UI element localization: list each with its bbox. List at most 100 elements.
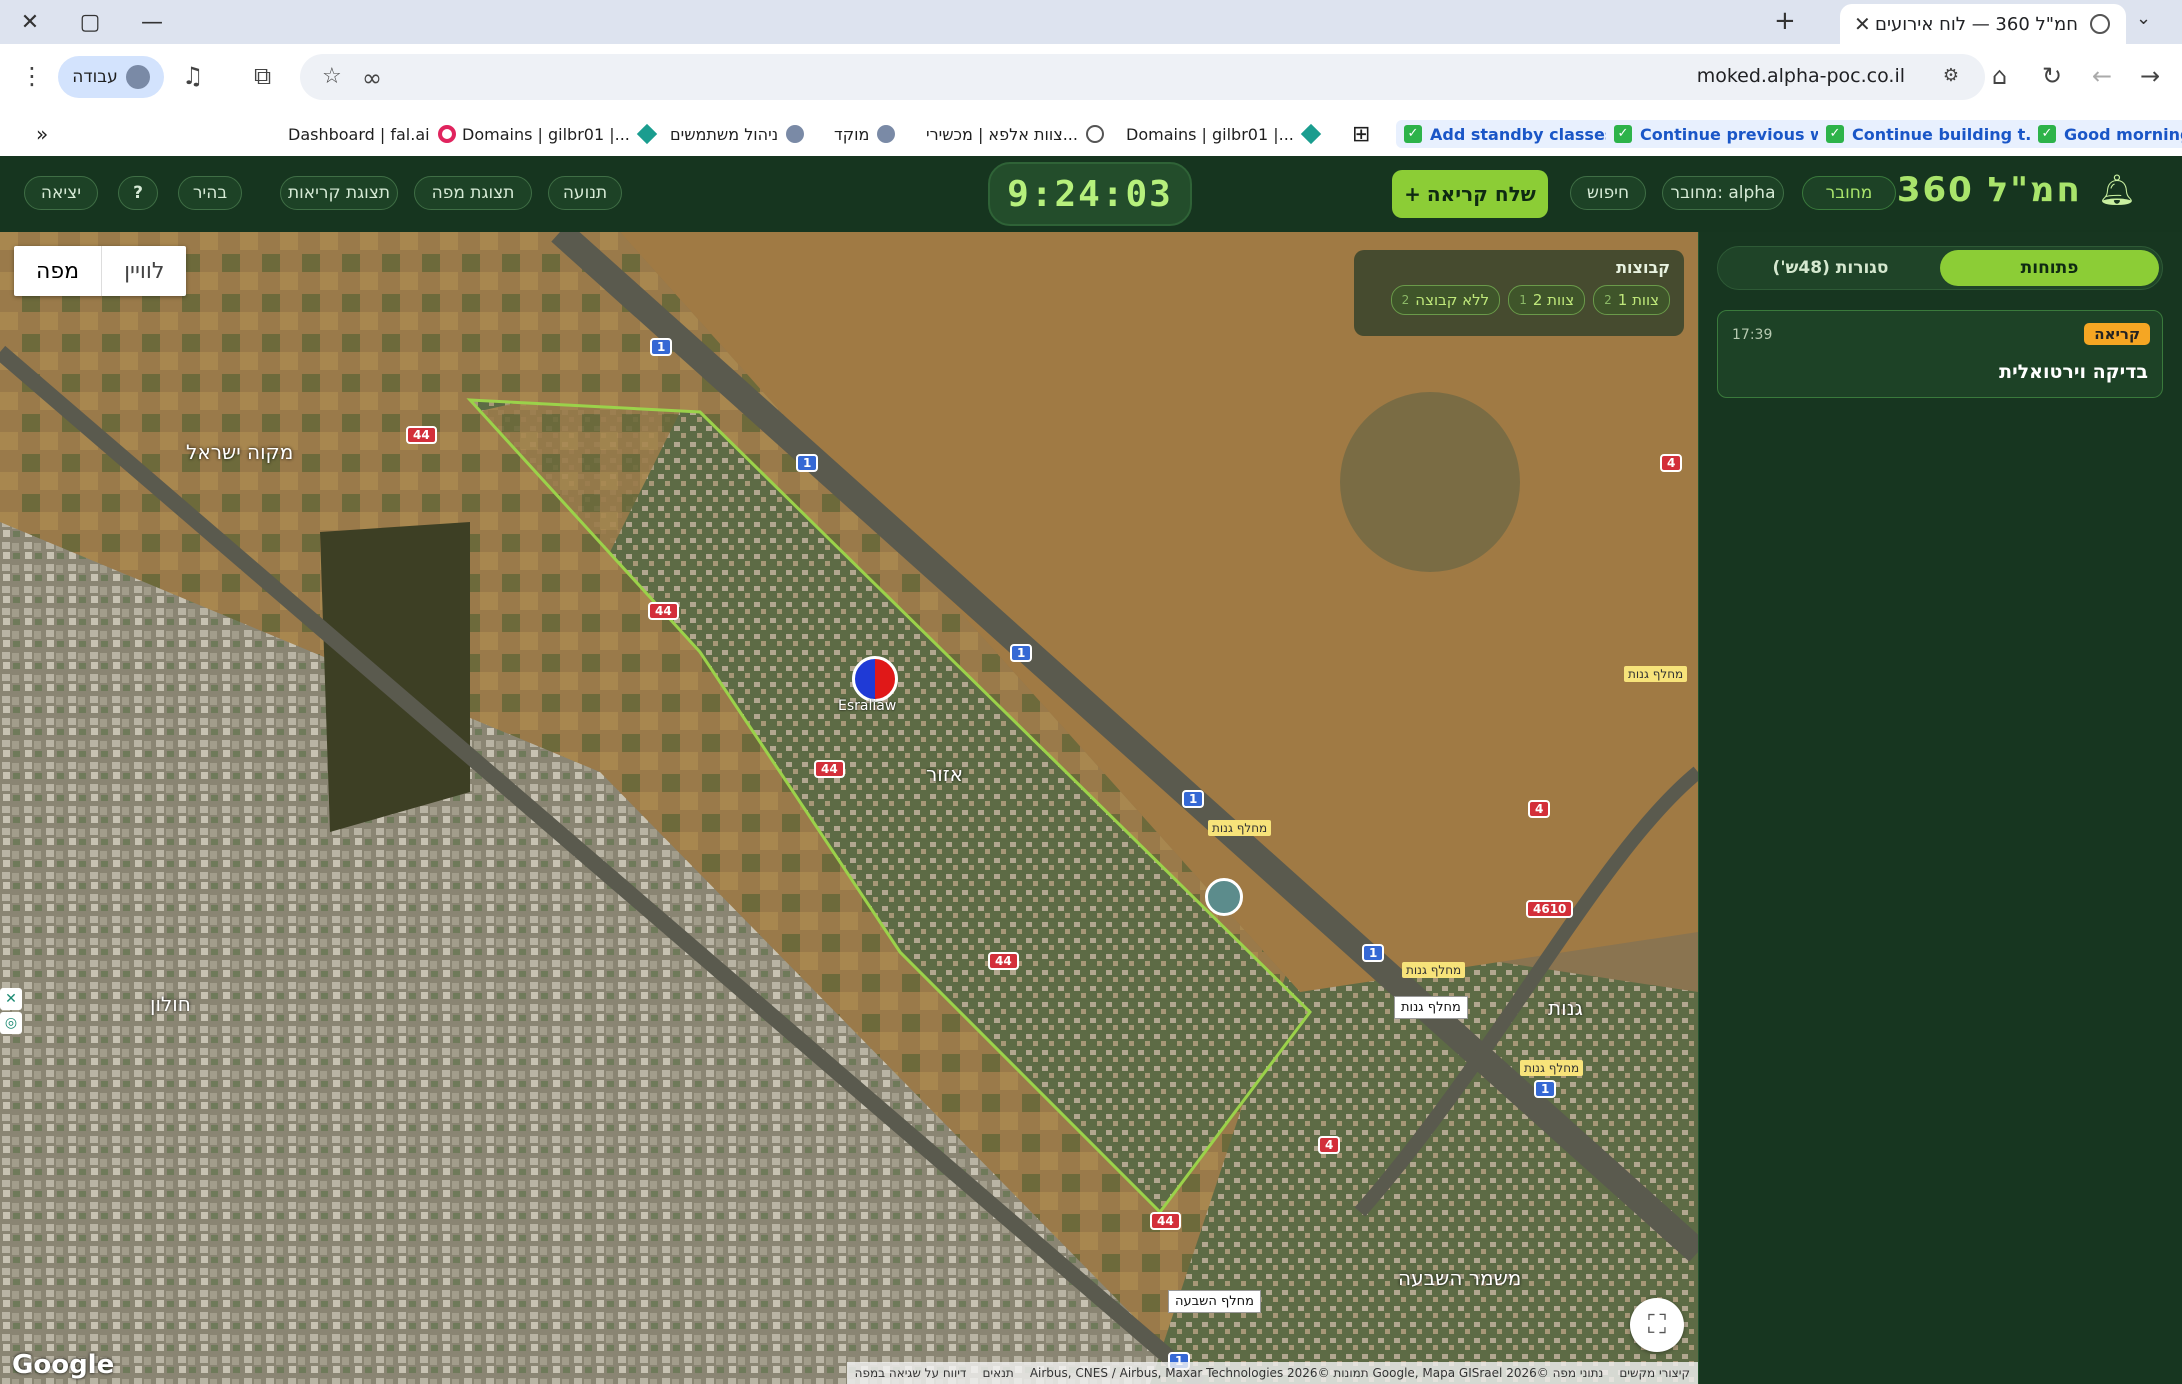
bookmark-item[interactable]: צוות אלפא | מכשירי... xyxy=(926,120,1104,148)
satellite-map[interactable]: מפה לוויין קבוצות צוות 1 2 צוות 2 1 ללא … xyxy=(0,232,1698,1384)
highway-shield: 1 xyxy=(1010,644,1033,662)
tab-open-incidents[interactable]: פתוחות xyxy=(1940,250,2159,286)
google-logo: Google xyxy=(12,1350,115,1380)
live-clock: 9:24:03 xyxy=(988,162,1192,226)
highway-shield: 44 xyxy=(988,952,1019,970)
media-control-icon[interactable]: ♫ xyxy=(182,62,204,90)
minimize-window-icon[interactable]: — xyxy=(128,6,176,38)
back-icon[interactable]: → xyxy=(2140,62,2160,90)
browser-tab-active[interactable]: חמ"ל 360 — לוח אירועים ✕ xyxy=(1840,4,2126,44)
groups-title: קבוצות xyxy=(1616,258,1670,277)
extensions-icon[interactable]: ⧉ xyxy=(254,62,271,90)
incognito-glasses-icon[interactable]: ∞ xyxy=(362,64,382,92)
app-header: 🔔︎ חמ"ל 360 מחובר מחובר: alpha חיפוש שלח… xyxy=(0,156,2182,233)
bookmark-item[interactable]: ✓ Continue building t... xyxy=(1818,120,2052,148)
map-type-satellite-button[interactable]: לוויין xyxy=(102,246,186,296)
bookmark-item[interactable]: ✓ Add standby classes... xyxy=(1396,120,1641,148)
address-bar[interactable]: ☆ ∞ moked.alpha-poc.co.il ⚙ xyxy=(300,54,1985,100)
avatar-icon xyxy=(125,65,150,89)
close-tab-icon[interactable]: ✕ xyxy=(1854,12,1871,36)
exit-button[interactable]: יציאה xyxy=(24,176,98,210)
highway-shield: 4610 xyxy=(1526,900,1574,918)
new-tab-icon[interactable]: + xyxy=(1774,6,1796,36)
unit-marker[interactable] xyxy=(852,656,898,702)
incident-marker[interactable] xyxy=(1205,878,1243,916)
highway-shield: 4 xyxy=(1318,1136,1341,1154)
globe-icon xyxy=(2090,14,2110,34)
recenter-icon[interactable]: ⛶ xyxy=(1630,1298,1684,1352)
map-view-button[interactable]: תצוגת מפה xyxy=(414,176,532,210)
group-chip-count: 2 xyxy=(1401,293,1410,307)
search-button[interactable]: חיפוש xyxy=(1570,176,1646,210)
group-chip-label: צוות 1 xyxy=(1617,291,1659,309)
send-call-button[interactable]: שלח קריאה + xyxy=(1392,170,1548,218)
bookmark-item[interactable]: ✓ Good morning xyxy=(2030,120,2182,148)
maximize-window-icon[interactable]: ▢ xyxy=(66,6,114,38)
close-icon[interactable]: ✕ xyxy=(0,988,22,1010)
group-chip-count: 2 xyxy=(1604,293,1612,307)
movement-button[interactable]: תנועה xyxy=(548,176,622,210)
browser-tab-bar: ✕ ▢ — + חמ"ל 360 — לוח אירועים ✕ ⌄ xyxy=(0,0,2182,44)
bookmark-label: Domains | gilbr01 |... xyxy=(462,124,630,144)
menu-kebab-icon[interactable]: ⋮ xyxy=(20,62,44,90)
bookmark-label: Add standby classes... xyxy=(1430,124,1633,144)
close-window-icon[interactable]: ✕ xyxy=(6,6,54,38)
group-chip[interactable]: ללא קבוצה 2 xyxy=(1390,285,1501,315)
road-label: מחלף גנות xyxy=(1402,962,1466,978)
bookmark-item[interactable]: ✓ Continue previous w... xyxy=(1606,120,1851,148)
group-chip-count: 1 xyxy=(1519,293,1527,307)
siren-icon: 🔔︎ xyxy=(2097,172,2136,208)
url-text[interactable]: moked.alpha-poc.co.il xyxy=(1697,65,1905,87)
checkbox-icon: ✓ xyxy=(1614,125,1632,143)
theme-toggle-button[interactable]: בהיר xyxy=(178,176,242,210)
map-type-map-button[interactable]: מפה xyxy=(14,246,103,296)
forward-icon[interactable]: ← xyxy=(2092,62,2112,90)
bookmark-label: Dashboard | fal.ai xyxy=(288,124,430,144)
bookmark-label: ניהול משתמשים xyxy=(670,124,779,144)
connected-user-badge: מחובר: alpha xyxy=(1662,176,1784,210)
terms-link[interactable]: תנאים xyxy=(982,1366,1013,1380)
checkbox-icon: ✓ xyxy=(2038,125,2056,143)
profile-label: עבודה xyxy=(72,67,118,87)
diamond-icon xyxy=(1300,123,1322,145)
highway-shield: 4 xyxy=(1528,800,1551,818)
tab-closed-incidents[interactable]: סגורות (48ש') xyxy=(1721,250,1940,286)
bookmark-item[interactable]: Domains | gilbr01 |... xyxy=(1126,120,1322,148)
group-chip[interactable]: צוות 1 2 xyxy=(1593,285,1670,315)
layers-icon[interactable]: ◎ xyxy=(0,1012,22,1034)
apps-grid-icon[interactable]: ⊞ xyxy=(1352,120,1370,148)
home-icon[interactable]: ⌂ xyxy=(1992,62,2007,90)
tab-search-icon[interactable]: ⌄ xyxy=(2136,8,2151,29)
avatar-icon xyxy=(786,125,805,143)
calls-view-button[interactable]: תצוגת קריאות xyxy=(280,176,398,210)
bookmark-item[interactable]: ניהול משתמשים xyxy=(670,120,805,148)
profile-chip[interactable]: עבודה xyxy=(58,56,164,98)
bookmark-star-icon[interactable]: ☆ xyxy=(322,64,342,89)
incident-time: 17:39 xyxy=(1732,327,1773,343)
place-label: מקוה ישראל xyxy=(186,440,294,464)
site-settings-icon[interactable]: ⚙ xyxy=(1943,65,1959,86)
bookmark-label: צוות אלפא | מכשירי... xyxy=(926,124,1078,144)
avatar-icon xyxy=(877,125,896,143)
help-button[interactable]: ? xyxy=(118,176,158,210)
bookmark-label: Continue previous w... xyxy=(1640,124,1843,144)
tab-title: חמ"ל 360 — לוח אירועים xyxy=(1875,13,2078,35)
more-bookmarks-icon[interactable]: » xyxy=(36,120,48,148)
incidents-tabs: פתוחות סגורות (48ש') xyxy=(1717,246,2163,290)
bookmark-label: Domains | gilbr01 |... xyxy=(1126,124,1294,144)
report-error-link[interactable]: דיווח על שגיאה במפה xyxy=(855,1366,967,1380)
incident-card[interactable]: קריאה 17:39 בדיקה וירטואלית xyxy=(1717,310,2163,398)
group-chip[interactable]: צוות 2 1 xyxy=(1508,285,1586,315)
bookmark-item[interactable]: מוקד xyxy=(834,120,896,148)
highway-shield: 44 xyxy=(648,602,679,620)
bookmark-label: Continue building t... xyxy=(1852,124,2044,144)
bookmark-label: מוקד xyxy=(834,124,870,144)
reload-icon[interactable]: ↻ xyxy=(2042,62,2062,90)
bookmark-item[interactable]: Dashboard | fal.ai xyxy=(288,120,456,148)
satellite-imagery xyxy=(0,232,1698,1384)
bookmarks-bar: » Dashboard | fal.ai Domains | gilbr01 |… xyxy=(0,112,2182,157)
plus-icon: + xyxy=(1404,182,1421,206)
bookmark-item[interactable]: Domains | gilbr01 |... xyxy=(462,120,658,148)
group-chip-label: צוות 2 xyxy=(1532,291,1575,309)
keyboard-shortcuts-link[interactable]: קיצורי מקשים xyxy=(1619,1366,1690,1380)
